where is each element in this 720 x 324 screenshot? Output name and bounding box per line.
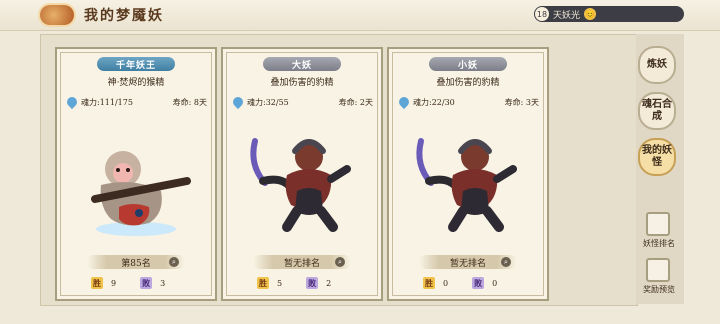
- refine-monster-button[interactable]: 炼妖: [638, 46, 676, 84]
- monster-tier-tag: 千年妖王: [97, 57, 175, 71]
- lifespan: 寿命: 3天: [504, 97, 539, 107]
- monster-ranking-icon[interactable]: [646, 212, 670, 236]
- leopard-spirit-art: [416, 138, 517, 232]
- main-panel: 千年妖王 神·焚烬的猴精 魂力:111/175 寿命: 8天 第85名 ⌕ 胜 …: [40, 34, 638, 306]
- monkey-spirit-art: [91, 151, 191, 236]
- my-monsters-label: 我的妖怪: [642, 145, 672, 168]
- resource-label: 天妖光: [553, 10, 581, 21]
- monster-tier-tag: 小妖: [429, 57, 507, 71]
- lifespan: 寿命: 8天: [172, 97, 207, 107]
- monster-ranking-label[interactable]: 妖怪排名: [630, 238, 688, 249]
- ranking[interactable]: 第85名 ⌕: [87, 255, 185, 269]
- lose-count: 3: [160, 278, 166, 288]
- win-icon: 胜: [91, 277, 103, 289]
- ranking-text: 第85名: [121, 258, 151, 269]
- page-title-group: 我的梦魇妖: [40, 4, 228, 28]
- lose-icon: 败: [472, 277, 485, 289]
- soul-power-icon: [64, 94, 80, 110]
- search-icon[interactable]: ⌕: [169, 257, 179, 267]
- lose-count: 0: [492, 278, 498, 288]
- win-loss-row: 胜 0 败 0: [423, 277, 523, 289]
- right-sidebar: 炼妖 魂石合成 我的妖怪 妖怪排名 奖励预览: [636, 34, 684, 304]
- soul-power: 魂力:32/55: [247, 97, 289, 107]
- top-bar: 我的梦魇妖 18 天妖光 😊: [0, 0, 720, 31]
- monster-name: 叠加伤害的豹精: [436, 78, 500, 88]
- lose-count: 2: [326, 278, 332, 288]
- refine-monster-label: 炼妖: [647, 59, 667, 70]
- resource-bar[interactable]: 18 天妖光 😊: [534, 6, 684, 22]
- soul-power-icon: [230, 94, 246, 110]
- monster-card-3[interactable]: 小妖 叠加伤害的豹精 魂力:22/30 寿命: 3天 暂无排名 ⌕ 胜 0 败: [387, 47, 549, 301]
- ranking-text: 暂无排名: [449, 258, 486, 269]
- soul-power: 魂力:111/175: [81, 97, 133, 107]
- leopard-spirit-art: [250, 138, 351, 232]
- win-count: 0: [443, 278, 449, 288]
- win-count: 9: [111, 278, 117, 288]
- search-icon[interactable]: ⌕: [335, 257, 345, 267]
- monster-tier-tag: 大妖: [263, 57, 341, 71]
- page-title: 我的梦魇妖: [84, 8, 164, 24]
- soul-stone-merge-button[interactable]: 魂石合成: [638, 92, 676, 130]
- ranking[interactable]: 暂无排名 ⌕: [419, 255, 517, 269]
- reward-preview-label[interactable]: 奖励预览: [630, 284, 688, 295]
- monster-card-1[interactable]: 千年妖王 神·焚烬的猴精 魂力:111/175 寿命: 8天 第85名 ⌕ 胜 …: [55, 47, 217, 301]
- reward-preview-icon[interactable]: [646, 258, 670, 282]
- my-monsters-button[interactable]: 我的妖怪: [638, 138, 676, 176]
- monster-stats: 魂力:22/30 寿命: 3天: [396, 94, 539, 110]
- soul-stone-merge-label: 魂石合成: [642, 99, 672, 122]
- win-icon: 胜: [257, 277, 269, 289]
- soul-power: 魂力:22/30: [413, 97, 455, 107]
- lifespan: 寿命: 2天: [338, 97, 373, 107]
- search-icon[interactable]: ⌕: [501, 257, 511, 267]
- monster-stats: 魂力:32/55 寿命: 2天: [230, 94, 373, 110]
- win-count: 5: [277, 278, 283, 288]
- win-loss-row: 胜 5 败 2: [257, 277, 357, 289]
- ranking[interactable]: 暂无排名 ⌕: [253, 255, 351, 269]
- lose-icon: 败: [140, 277, 153, 289]
- monster-name: 神·焚烬的猴精: [107, 78, 165, 88]
- soul-power-icon: [396, 94, 412, 110]
- win-icon: 胜: [423, 277, 435, 289]
- monster-stats: 魂力:111/175 寿命: 8天: [64, 94, 207, 110]
- win-loss-row: 胜 9 败 3: [91, 277, 191, 289]
- ranking-text: 暂无排名: [283, 258, 320, 269]
- lose-icon: 败: [306, 277, 319, 289]
- monster-name: 叠加伤害的豹精: [270, 78, 334, 88]
- resource-count-badge: 18: [535, 7, 549, 21]
- smile-icon: 😊: [584, 8, 597, 20]
- monster-card-2[interactable]: 大妖 叠加伤害的豹精 魂力:32/55 寿命: 2天 暂无排名 ⌕ 胜 5 败: [221, 47, 383, 301]
- emblem-icon: [40, 5, 74, 25]
